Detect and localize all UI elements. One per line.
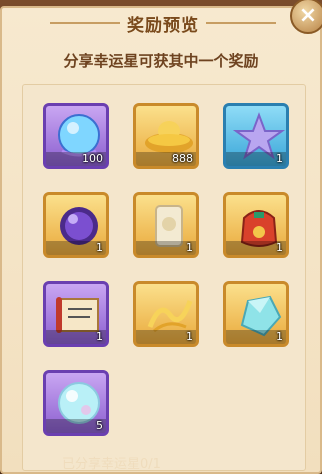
background-hint-text: 已分享幸运星0/1 [62,457,161,472]
dialog-title-bar: 奖励预览 [42,8,284,38]
dialog-title: 奖励预览 [127,15,199,36]
reward-count: 1 [276,241,283,254]
reward-preview-dialog: 奖励预览 × 分享幸运星可获其中一个奖励 100 888 1 1 1 1 1 1 1 5 已分享幸… [0,0,322,474]
reward-item[interactable]: 5 [43,370,109,436]
reward-count: 1 [186,241,193,254]
reward-item[interactable]: 888 [133,103,199,169]
reward-item[interactable]: 1 [133,192,199,258]
reward-count: 1 [96,330,103,343]
close-icon: × [298,3,318,28]
reward-item[interactable]: 1 [223,192,289,258]
reward-item[interactable]: 1 [43,192,109,258]
title-ornament-right [206,22,276,24]
reward-count: 1 [276,152,283,165]
reward-item[interactable]: 1 [223,281,289,347]
reward-count: 888 [172,152,193,165]
reward-item[interactable]: 100 [43,103,109,169]
reward-item[interactable]: 1 [43,281,109,347]
reward-item[interactable]: 1 [223,103,289,169]
reward-count: 1 [276,330,283,343]
reward-item[interactable]: 1 [133,281,199,347]
dialog-subtitle: 分享幸运星可获其中一个奖励 [63,52,259,70]
reward-grid-panel: 100 888 1 1 1 1 1 1 1 5 [22,84,306,471]
reward-grid: 100 888 1 1 1 1 1 1 1 5 [23,85,305,470]
title-ornament-left [50,22,120,24]
close-button[interactable]: × [290,0,322,34]
reward-count: 1 [96,241,103,254]
reward-count: 1 [186,330,193,343]
reward-count: 5 [96,419,103,432]
reward-count: 100 [82,152,103,165]
